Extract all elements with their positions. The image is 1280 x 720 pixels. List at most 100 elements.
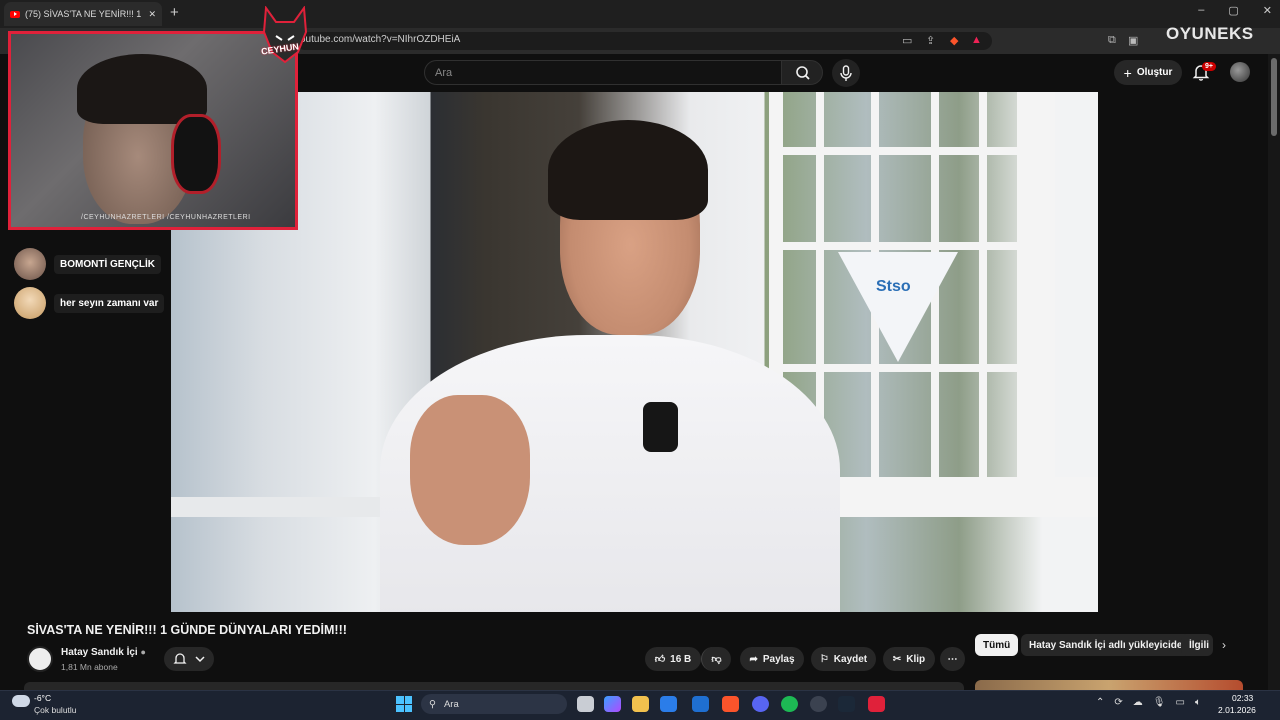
headset <box>171 114 221 194</box>
like-button[interactable]: 👍︎ 16 B <box>645 647 701 671</box>
page-scrollbar[interactable] <box>1268 54 1280 690</box>
file-explorer-icon[interactable] <box>632 696 649 712</box>
chat-avatar <box>14 248 46 280</box>
chip-from-channel[interactable]: Hatay Sandık İçi adlı yükleyiciden <box>1021 634 1197 656</box>
chips-next-arrow[interactable]: › <box>1222 638 1226 652</box>
clock-date[interactable]: 2.01.2026 <box>1218 705 1256 715</box>
chat-avatar <box>14 287 46 319</box>
plus-icon: + <box>1123 64 1132 81</box>
chat-text: BOMONTİ GENÇLİK <box>54 254 161 274</box>
voice-search-button[interactable] <box>832 59 860 87</box>
volume-icon[interactable]: 🔈︎ <box>1195 697 1201 708</box>
clip-label: Klip <box>906 653 926 665</box>
verified-icon: ● <box>140 647 146 657</box>
chat-message: BOMONTİ GENÇLİK <box>14 248 161 280</box>
sidebar-icon[interactable]: ▣ <box>1128 34 1138 47</box>
store-icon[interactable] <box>660 696 677 712</box>
app-icon[interactable] <box>810 696 827 712</box>
new-tab-button[interactable]: + <box>170 4 179 21</box>
share-page-icon[interactable]: ⇪ <box>926 34 935 47</box>
chip-all[interactable]: Tümü <box>975 634 1019 656</box>
spotify-icon[interactable] <box>781 696 798 712</box>
weather-description[interactable]: Çok bulutlu <box>34 705 77 715</box>
mail-icon[interactable] <box>692 696 709 712</box>
person-hair <box>548 120 708 220</box>
tab-close-icon[interactable]: ✕ <box>148 9 156 20</box>
cloud-sync-icon[interactable]: ☁ <box>1133 697 1143 708</box>
chevron-up-icon[interactable]: ⌃ <box>1096 697 1104 708</box>
account-avatar[interactable] <box>1230 62 1250 82</box>
close-window-button[interactable]: ✕ <box>1263 4 1272 17</box>
save-label: Kaydet <box>833 653 868 665</box>
scissors-icon: ✂ <box>892 653 902 665</box>
recommended-video-thumbnail[interactable] <box>975 680 1243 690</box>
brand-watermark: OYUNEKS <box>1166 24 1254 43</box>
brave-rewards-icon[interactable]: ▲ <box>971 34 982 46</box>
valorant-icon[interactable] <box>868 696 885 712</box>
channel-avatar[interactable] <box>27 646 53 672</box>
chat-message: her seyın zamanı var <box>14 287 165 319</box>
taskbar-search[interactable]: ⚲ Ara <box>421 694 567 714</box>
url-text: outube.com/watch?v=NIhrOZDHEiA <box>300 34 461 45</box>
bookmark-icon: ⚐ <box>819 653 829 665</box>
streamer-webcam: /CEYHUNHAZRETLERI /CEYHUNHAZRETLERI <box>8 31 298 230</box>
subscription-bell-button[interactable] <box>164 647 214 671</box>
microphone-icon <box>840 65 852 81</box>
network-icon[interactable]: ▭ <box>1175 697 1184 708</box>
search-input[interactable]: Ara <box>424 60 782 85</box>
search-button[interactable] <box>781 60 823 85</box>
microphone-icon[interactable]: 🎙︎ <box>1153 697 1166 708</box>
video-player[interactable]: Stso <box>171 92 1098 612</box>
like-count: 16 B <box>670 653 692 665</box>
create-button[interactable]: + Oluştur <box>1114 60 1182 85</box>
social-handles: /CEYHUNHAZRETLERI /CEYHUNHAZRETLERI <box>81 214 251 221</box>
subscriber-count: 1,81 Mn abone <box>61 662 118 672</box>
bell-icon <box>173 653 205 664</box>
brave-shield-icon[interactable]: ◆ <box>950 34 958 47</box>
scrollbar-thumb[interactable] <box>1271 58 1277 136</box>
minimize-button[interactable]: – <box>1198 4 1204 17</box>
tab-title: (75) SİVAS'TA NE YENİR!!! 1 G <box>25 9 144 19</box>
thumbs-down-icon: 👎︎ <box>711 654 722 665</box>
share-button[interactable]: ➦ Paylaş <box>740 647 804 671</box>
video-title: SİVAS'TA NE YENİR!!! 1 GÜNDE DÜNYALARI Y… <box>27 623 347 637</box>
sign-text: Stso <box>876 278 911 295</box>
brave-browser-icon[interactable] <box>722 696 739 712</box>
chip-related[interactable]: İlgili <box>1181 634 1213 656</box>
search-icon <box>796 66 810 80</box>
description-box[interactable] <box>24 682 964 690</box>
window-frame <box>769 364 1024 372</box>
weather-temperature[interactable]: -6°C <box>34 693 51 703</box>
system-tray: ⌃ ⟳ ☁ 🎙︎ ▭ 🔈︎ <box>1096 697 1201 708</box>
search-icon: ⚲ <box>429 698 436 710</box>
extensions-icon[interactable]: ⧉ <box>1108 34 1116 47</box>
dislike-button[interactable]: 👎︎ <box>701 647 731 671</box>
discord-icon[interactable] <box>752 696 769 712</box>
lavalier-mic <box>643 402 678 452</box>
create-label: Oluştur <box>1136 67 1173 78</box>
clock-time[interactable]: 02:33 <box>1232 693 1253 703</box>
channel-name[interactable]: Hatay Sandık İçi ● <box>61 647 146 658</box>
window-frame <box>769 242 1024 250</box>
person-hand <box>410 395 530 545</box>
cast-icon[interactable]: ▭ <box>902 34 912 47</box>
steam-icon[interactable] <box>838 696 855 712</box>
save-button[interactable]: ⚐ Kaydet <box>811 647 876 671</box>
share-label: Paylaş <box>762 653 795 665</box>
thumbs-up-icon: 👍︎ <box>654 654 666 665</box>
windows-start-icon[interactable] <box>396 696 412 712</box>
maximize-button[interactable]: ▢ <box>1228 4 1238 17</box>
copilot-icon[interactable] <box>604 696 621 712</box>
chat-text: her seyın zamanı var <box>54 293 165 313</box>
more-actions-button[interactable]: ⋯ <box>940 647 965 671</box>
browser-tab[interactable]: (75) SİVAS'TA NE YENİR!!! 1 G ✕ <box>4 2 162 26</box>
taskbar-search-text: Ara <box>443 698 459 710</box>
window-frame <box>769 147 1024 155</box>
task-view-icon[interactable] <box>577 696 594 712</box>
channel-name-text: Hatay Sandık İçi <box>61 647 138 658</box>
cloud-icon[interactable] <box>12 695 30 707</box>
notification-badge: 9+ <box>1202 62 1216 71</box>
clip-button[interactable]: ✂ Klip <box>883 647 935 671</box>
sync-icon[interactable]: ⟳ <box>1114 697 1122 708</box>
wall-ledge <box>171 497 401 517</box>
